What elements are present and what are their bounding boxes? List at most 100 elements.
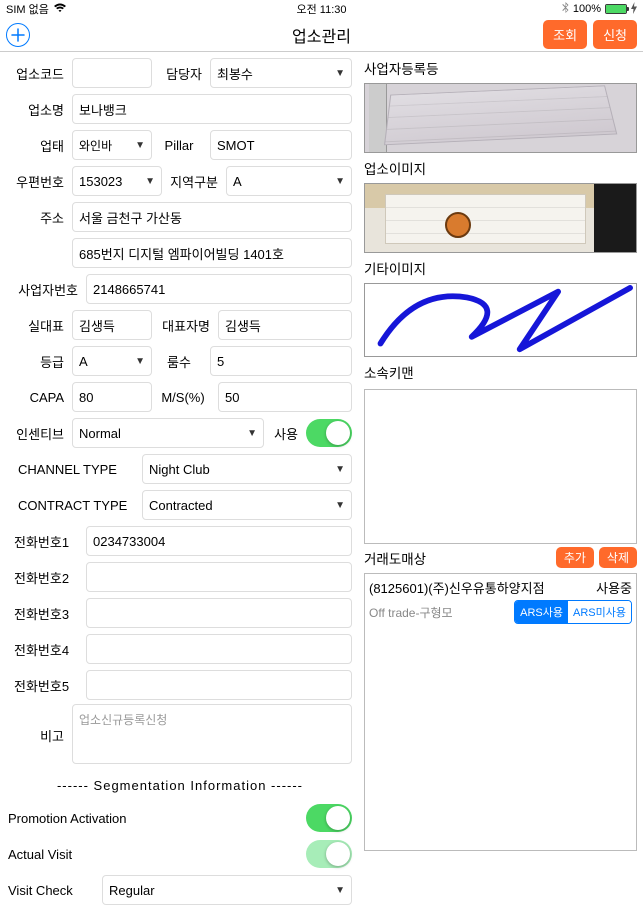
bluetooth-icon: [562, 2, 569, 17]
chevron-down-icon: ▼: [335, 464, 345, 475]
biztype-label: 업태: [8, 136, 68, 155]
ms-input[interactable]: [218, 382, 352, 412]
chevron-down-icon: ▼: [335, 500, 345, 511]
capa-label: CAPA: [8, 390, 68, 405]
addr-label: 주소: [8, 208, 68, 227]
zip-select[interactable]: 153023▼: [72, 166, 162, 196]
owner-label: 실대표: [8, 316, 68, 335]
repname-label: 대표자명: [156, 316, 214, 335]
addr1-input[interactable]: [72, 202, 352, 232]
grade-label: 등급: [8, 352, 68, 371]
capa-input[interactable]: [72, 382, 152, 412]
contract-select[interactable]: Contracted▼: [142, 490, 352, 520]
ms-label: M/S(%): [156, 390, 214, 405]
add-button[interactable]: [6, 23, 30, 47]
tel5-input[interactable]: [86, 670, 352, 700]
code-label: 업소코드: [8, 64, 68, 83]
incentive-label: 인센티브: [8, 424, 68, 443]
media-panel: 사업자등록등 업소이미지 기타이미지 소속키맨 거래도매상 추가 삭제: [360, 52, 643, 857]
clock: 오전 11:30: [296, 1, 346, 17]
charging-icon: [631, 2, 637, 17]
bizno-label: 사업자번호: [8, 280, 82, 299]
check-label: Visit Check: [8, 883, 98, 898]
trade-list-item[interactable]: (8125601)(주)신우유통하양지점 사용중 Off trade-구형모 A…: [369, 578, 632, 624]
repname-input[interactable]: [218, 310, 352, 340]
status-bar: SIM 없음 오전 11:30 100%: [0, 0, 643, 18]
zip-label: 우편번호: [8, 172, 68, 191]
tel1-label: 전화번호1: [8, 532, 82, 551]
tel3-input[interactable]: [86, 598, 352, 628]
tel4-input[interactable]: [86, 634, 352, 664]
tel3-label: 전화번호3: [8, 604, 82, 623]
manager-label: 담당자: [156, 64, 206, 83]
bizno-input[interactable]: [86, 274, 352, 304]
biztype-select[interactable]: 와인바▼: [72, 130, 152, 160]
visit-toggle[interactable]: [306, 840, 352, 868]
form-panel: 업소코드 담당자 최봉수▼ 업소명 업태 와인바▼ Pillar 우편번호 15…: [0, 52, 360, 857]
owner-input[interactable]: [72, 310, 152, 340]
shop-image[interactable]: [364, 183, 637, 253]
rooms-input[interactable]: [210, 346, 352, 376]
signature-image[interactable]: [364, 283, 637, 357]
promo-label: Promotion Activation: [8, 811, 302, 826]
channel-select[interactable]: Night Club▼: [142, 454, 352, 484]
tel4-label: 전화번호4: [8, 640, 82, 659]
page-title: 업소관리: [292, 23, 351, 47]
tel2-label: 전화번호2: [8, 568, 82, 587]
rooms-label: 룸수: [156, 352, 206, 371]
name-input[interactable]: [72, 94, 352, 124]
region-label: 지역구분: [166, 172, 222, 191]
name-label: 업소명: [8, 100, 68, 119]
battery-pct: 100%: [573, 3, 601, 15]
pillar-label: Pillar: [156, 138, 206, 153]
visit-check-select[interactable]: Regular▼: [102, 875, 352, 905]
grade-select[interactable]: A▼: [72, 346, 152, 376]
contract-label: CONTRACT TYPE: [8, 498, 138, 513]
memo-label: 비고: [8, 704, 68, 745]
shopimg-title: 업소이미지: [364, 156, 637, 180]
ars-on-button[interactable]: ARS사용: [515, 601, 568, 623]
apply-button[interactable]: 신청: [593, 20, 637, 49]
ars-off-button[interactable]: ARS미사용: [568, 601, 631, 623]
code-input[interactable]: [72, 58, 152, 88]
query-button[interactable]: 조회: [543, 20, 587, 49]
addr2-input[interactable]: [72, 238, 352, 268]
chevron-down-icon: ▼: [135, 140, 145, 151]
keyman-title: 소속키맨: [364, 360, 637, 384]
visit-label: Actual Visit: [8, 847, 302, 862]
trade-list[interactable]: (8125601)(주)신우유통하양지점 사용중 Off trade-구형모 A…: [364, 573, 637, 851]
promo-toggle[interactable]: [306, 804, 352, 832]
region-select[interactable]: A▼: [226, 166, 352, 196]
trade-item-name: (8125601)(주)신우유통하양지점: [369, 578, 545, 597]
tel1-input[interactable]: [86, 526, 352, 556]
wifi-icon: [53, 3, 67, 16]
trade-item-sub: Off trade-구형모: [369, 604, 453, 621]
use-label: 사용: [268, 424, 302, 443]
etcimg-title: 기타이미지: [364, 256, 637, 280]
bizreg-title: 사업자등록등: [364, 56, 637, 80]
trade-delete-button[interactable]: 삭제: [599, 547, 637, 568]
manager-select[interactable]: 최봉수▼: [210, 58, 352, 88]
trade-add-button[interactable]: 추가: [556, 547, 594, 568]
memo-textarea[interactable]: 업소신규등록신청: [72, 704, 352, 764]
sim-status: SIM 없음: [6, 1, 49, 17]
pillar-input[interactable]: [210, 130, 352, 160]
keyman-list[interactable]: [364, 389, 637, 544]
tel2-input[interactable]: [86, 562, 352, 592]
chevron-down-icon: ▼: [247, 428, 257, 439]
chevron-down-icon: ▼: [335, 885, 345, 896]
use-toggle[interactable]: [306, 419, 352, 447]
battery-icon: [605, 4, 627, 14]
chevron-down-icon: ▼: [135, 356, 145, 367]
signature-icon: [365, 284, 636, 356]
chevron-down-icon: ▼: [335, 176, 345, 187]
ars-segment[interactable]: ARS사용 ARS미사용: [514, 600, 632, 624]
stamp-icon: [445, 212, 471, 238]
segmentation-header: ------ Segmentation Information ------: [8, 778, 352, 793]
nav-bar: 업소관리 조회 신청: [0, 18, 643, 52]
tel5-label: 전화번호5: [8, 676, 82, 695]
trade-title: 거래도매상: [364, 548, 426, 568]
bizreg-image[interactable]: [364, 83, 637, 153]
chevron-down-icon: ▼: [145, 176, 155, 187]
incentive-select[interactable]: Normal▼: [72, 418, 264, 448]
